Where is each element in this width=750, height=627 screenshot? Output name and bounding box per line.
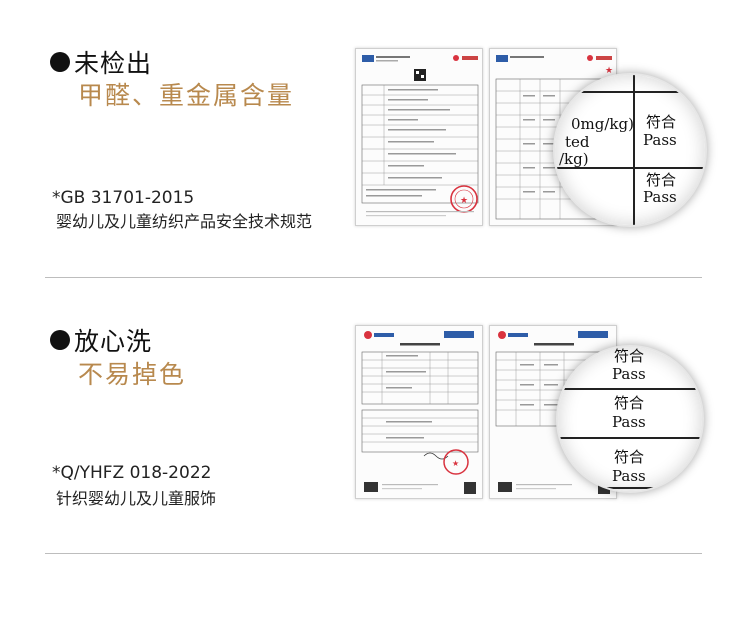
magnified-result-detail: 0mg/kg) ted /kg) 符合 Pass 符合 Pass: [553, 73, 707, 227]
report-thumbnail-graphic: ★: [361, 55, 479, 217]
report-thumbnail-graphic: ★: [361, 331, 479, 494]
magnified-result-detail: 符合 Pass 符合 Pass 符合 Pass: [556, 345, 704, 493]
section-wash-fastness: 放心洗 不易掉色 *Q/YHFZ 018-2022 针织婴幼儿及儿童服饰 ★ 符…: [0, 278, 750, 553]
standard-code: *GB 31701-2015: [52, 188, 195, 208]
bullet-dot-icon: [50, 330, 70, 350]
test-report-page: ★: [355, 325, 483, 499]
result-label-en: Pass: [612, 467, 646, 485]
result-label-en: Pass: [643, 188, 677, 206]
standard-name: 针织婴幼儿及儿童服饰: [56, 489, 217, 508]
section-formaldehyde: 未检出 甲醛、重金属含量 *GB 31701-2015 婴幼儿及儿童纺织产品安全…: [0, 0, 750, 277]
svg-text:★: ★: [460, 196, 468, 206]
result-label-cn: 符合: [646, 113, 677, 131]
section-subtitle: 不易掉色: [78, 360, 187, 389]
result-label-cn: 符合: [646, 171, 677, 189]
section-heading: 放心洗: [50, 322, 152, 358]
unit-fragment: ted: [565, 133, 590, 151]
standard-code: *Q/YHFZ 018-2022: [52, 463, 212, 483]
section-heading: 未检出: [50, 44, 152, 80]
section-divider: [45, 553, 702, 554]
unit-fragment: /kg): [559, 150, 589, 168]
test-report-page: ★: [355, 48, 483, 226]
section-subtitle: 甲醛、重金属含量: [78, 81, 295, 110]
result-label-en: Pass: [612, 413, 646, 431]
result-label-en: Pass: [612, 365, 646, 383]
heading-text: 未检出: [74, 49, 153, 78]
result-label-en: Pass: [643, 131, 677, 149]
result-label-cn: 符合: [614, 347, 645, 365]
svg-text:★: ★: [452, 459, 459, 468]
unit-fragment: 0mg/kg): [571, 115, 634, 133]
result-label-cn: 符合: [614, 394, 645, 412]
standard-name: 婴幼儿及儿童纺织产品安全技术规范: [56, 212, 313, 231]
result-label-cn: 符合: [614, 448, 645, 466]
heading-text: 放心洗: [74, 327, 153, 356]
bullet-dot-icon: [50, 52, 70, 72]
